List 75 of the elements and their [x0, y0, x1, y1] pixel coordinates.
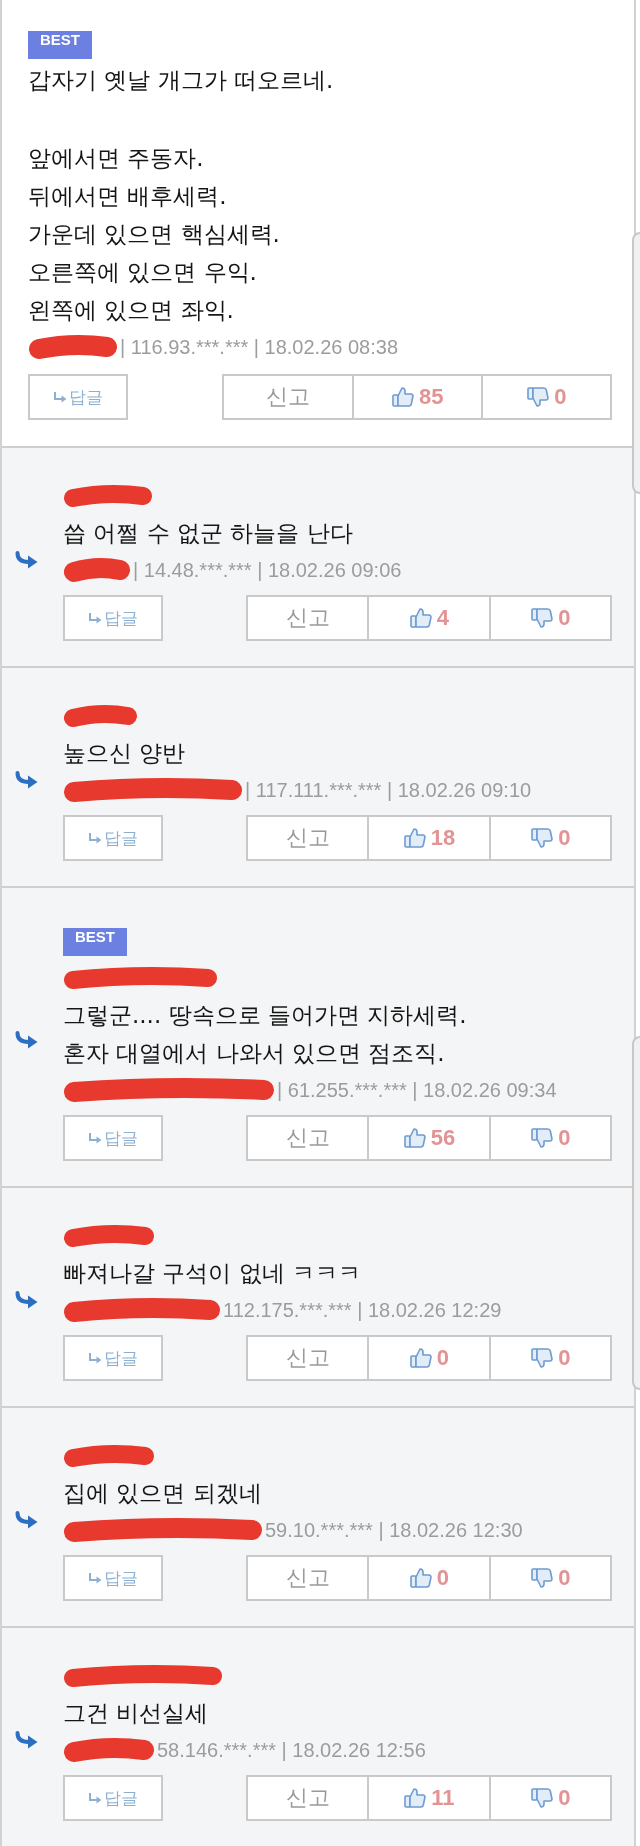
like-button[interactable]: 85	[351, 374, 483, 420]
comment-meta: | 61.255.***.*** | 18.02.26 09:34	[277, 1078, 557, 1102]
thumbs-down-icon	[526, 385, 551, 409]
corner-arrow-icon	[88, 1132, 102, 1144]
comment-text: 높으신 양반	[63, 739, 187, 768]
corner-arrow-icon	[53, 391, 67, 403]
thumbs-down-icon	[530, 1786, 555, 1810]
reply-arrow-icon	[14, 770, 38, 789]
comment-meta: | 117.111.***.*** | 18.02.26 09:10	[245, 778, 532, 802]
reply-button[interactable]: 답글	[63, 1335, 163, 1381]
reply-arrow-icon	[14, 1730, 38, 1749]
dislike-button[interactable]: 0	[488, 1555, 612, 1601]
corner-arrow-icon	[88, 832, 102, 844]
thumbs-down-icon	[530, 1126, 555, 1150]
comment-meta: 59.10.***.*** | 18.02.26 12:30	[265, 1518, 523, 1542]
comment-text: 집에 있으면 되겠네	[63, 1479, 263, 1508]
reply-arrow-icon	[14, 1030, 38, 1049]
dislike-button[interactable]: 0	[488, 1335, 612, 1381]
thumbs-up-icon	[408, 606, 433, 630]
comment-text: 그건 비선실세	[63, 1699, 210, 1728]
thumbs-up-icon	[408, 1346, 433, 1370]
reply-button[interactable]: 답글	[63, 815, 163, 861]
reply-button[interactable]: 답글	[63, 1775, 163, 1821]
corner-arrow-icon	[88, 612, 102, 624]
like-button[interactable]: 11	[367, 1775, 491, 1821]
comment-text: 씁 어쩔 수 없군 하늘을 난다	[63, 519, 354, 548]
report-button[interactable]: 신고	[245, 815, 370, 861]
reply-button[interactable]: 답글	[63, 1115, 163, 1161]
thumbs-up-icon	[391, 385, 415, 409]
thumbs-down-icon	[530, 826, 555, 850]
report-button[interactable]: 신고	[245, 595, 370, 641]
thumbs-down-icon	[530, 1346, 555, 1370]
comment-text: 그렇군.... 땅속으로 들어가면 지하세력. 혼자 대열에서 나와서 있으면 점조직.	[63, 1001, 468, 1068]
best-badge: BEST	[63, 928, 127, 956]
report-button[interactable]: 신고	[245, 1555, 370, 1601]
like-button[interactable]: 0	[367, 1555, 491, 1601]
like-button[interactable]: 4	[367, 595, 491, 641]
like-button[interactable]: 18	[367, 815, 491, 861]
thumbs-down-icon	[530, 1566, 555, 1590]
dislike-button[interactable]: 0	[488, 815, 612, 861]
report-button[interactable]: 신고	[245, 1775, 370, 1821]
reply-button[interactable]: 답글	[63, 1555, 163, 1601]
reply-arrow-icon	[14, 550, 38, 569]
edge-panel-handle[interactable]	[632, 232, 640, 494]
dislike-button[interactable]: 0	[488, 1775, 612, 1821]
like-button[interactable]: 56	[367, 1115, 491, 1161]
reply-arrow-icon	[14, 1510, 38, 1529]
edge-panel-handle[interactable]	[632, 1036, 640, 1390]
dislike-button[interactable]: 0	[488, 595, 612, 641]
best-badge: BEST	[28, 31, 92, 59]
like-button[interactable]: 0	[367, 1335, 491, 1381]
comment-text: 빠져나갈 구석이 없네 ㅋㅋㅋ	[63, 1259, 362, 1288]
corner-arrow-icon	[88, 1352, 102, 1364]
comment-text: 앞에서면 주동자. 뒤에서면 배후세력. 가운데 있으면 핵심세력. 오른쪽에 있으면 우익. 왼쪽에 있으면 좌익.	[28, 144, 281, 325]
comment-meta: 112.175.***.*** | 18.02.26 12:29	[223, 1298, 502, 1322]
thumbs-up-icon	[402, 1126, 427, 1150]
thumbs-up-icon	[402, 826, 427, 850]
reply-button[interactable]: 답글	[28, 374, 128, 420]
thumbs-up-icon	[403, 1786, 428, 1810]
reply-button[interactable]: 답글	[63, 595, 163, 641]
reply-arrow-icon	[14, 1290, 38, 1309]
corner-arrow-icon	[88, 1572, 102, 1584]
thumbs-down-icon	[530, 606, 555, 630]
comment-meta: | 14.48.***.*** | 18.02.26 09:06	[133, 558, 402, 582]
redaction-scribble	[63, 555, 131, 585]
dislike-button[interactable]: 0	[488, 1115, 612, 1161]
comment-meta: | 116.93.***.*** | 18.02.26 08:38	[120, 335, 399, 359]
comment-text: 갑자기 옛날 개그가 떠오르네.	[28, 66, 335, 95]
comment-meta: 58.146.***.*** | 18.02.26 12:56	[157, 1738, 426, 1762]
report-button[interactable]: 신고	[245, 1115, 370, 1161]
report-button[interactable]: 신고	[245, 1335, 370, 1381]
dislike-button[interactable]: 0	[480, 374, 612, 420]
corner-arrow-icon	[88, 1792, 102, 1804]
thumbs-up-icon	[408, 1566, 433, 1590]
report-button[interactable]: 신고	[222, 374, 354, 420]
